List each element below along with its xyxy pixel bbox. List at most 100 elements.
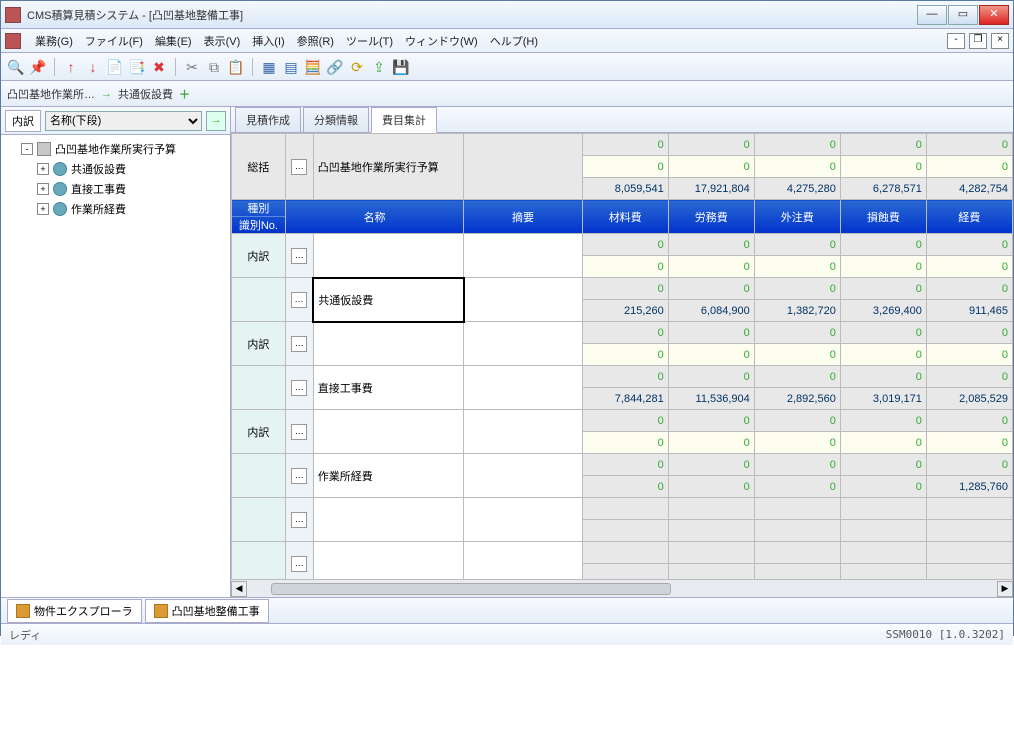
row-name-cell[interactable] xyxy=(313,542,464,580)
menu-help[interactable]: ヘルプ(H) xyxy=(484,30,544,52)
delete-icon[interactable]: ✖ xyxy=(150,58,168,76)
tree-toggle[interactable]: + xyxy=(37,163,49,175)
row-name-cell[interactable] xyxy=(313,322,464,366)
row-type-cell[interactable]: 内訳 xyxy=(232,234,286,278)
summary-grid[interactable]: 総括 … 凸凹基地作業所実行予算 0 0 0 0 0 0 0 0 0 0 xyxy=(231,133,1013,579)
row-summary-cell[interactable] xyxy=(464,322,582,366)
row-summary-cell[interactable] xyxy=(464,542,582,580)
doc-insert-icon[interactable]: 📑 xyxy=(128,58,146,76)
menu-view[interactable]: 表示(V) xyxy=(198,30,247,52)
mdi-restore[interactable]: ❐ xyxy=(969,33,987,49)
row-name-cell[interactable] xyxy=(313,234,464,278)
row-type-cell[interactable]: 内訳 xyxy=(232,322,286,366)
pin-icon[interactable]: 📌 xyxy=(29,58,47,76)
copy-icon[interactable]: ⧉ xyxy=(205,58,223,76)
recalc-icon[interactable]: ⟳ xyxy=(348,58,366,76)
tab-bunrui[interactable]: 分類情報 xyxy=(303,107,369,132)
row-name-cell[interactable] xyxy=(313,498,464,542)
props-icon[interactable]: ▦ xyxy=(260,58,278,76)
row-summary-cell[interactable] xyxy=(464,278,582,322)
breadcrumb-item-1[interactable]: 凸凹基地作業所… xyxy=(7,86,95,102)
tree-item[interactable]: 共通仮設費 xyxy=(71,161,126,177)
row-menu-button[interactable]: … xyxy=(291,512,307,528)
close-button[interactable]: ✕ xyxy=(979,5,1009,25)
sheet-icon[interactable]: ▤ xyxy=(282,58,300,76)
tree-go-button[interactable]: → xyxy=(206,111,226,131)
row-summary-cell[interactable] xyxy=(464,366,582,410)
row-summary-cell[interactable] xyxy=(464,234,582,278)
row-type-cell[interactable]: 内訳 xyxy=(232,410,286,454)
bottom-tab-project[interactable]: 凸凹基地整備工事 xyxy=(145,599,269,623)
tab-mitsumori[interactable]: 見積作成 xyxy=(235,107,301,132)
search-icon[interactable]: 🔍 xyxy=(7,58,25,76)
row-menu-button[interactable]: … xyxy=(291,556,307,572)
mdi-system-icon[interactable] xyxy=(5,33,21,49)
tab-himoku[interactable]: 費目集計 xyxy=(371,107,437,133)
tree-root[interactable]: 凸凹基地作業所実行予算 xyxy=(55,141,176,157)
row-menu-button[interactable]: … xyxy=(291,336,307,352)
maximize-button[interactable]: ▭ xyxy=(948,5,978,25)
row-menu-button[interactable]: … xyxy=(291,159,307,175)
row-summary-cell[interactable] xyxy=(464,410,582,454)
calc-icon[interactable]: 🧮 xyxy=(304,58,322,76)
row-summary-cell[interactable] xyxy=(464,498,582,542)
row-menu-button[interactable]: … xyxy=(291,380,307,396)
scroll-thumb[interactable] xyxy=(271,583,671,595)
row-menu-button[interactable]: … xyxy=(291,424,307,440)
tree-panel: 内訳 名称(下段) → - 凸凹基地作業所実行予算 +共通仮設費 +直接工事費 … xyxy=(1,107,231,597)
link-icon[interactable]: 🔗 xyxy=(326,58,344,76)
row-name-cell[interactable]: 共通仮設費 xyxy=(313,278,464,322)
menu-insert[interactable]: 挿入(I) xyxy=(246,30,290,52)
row-menu-button[interactable]: … xyxy=(291,292,307,308)
doc-add-icon[interactable]: 📄 xyxy=(106,58,124,76)
paste-icon[interactable]: 📋 xyxy=(227,58,245,76)
row-type-cell[interactable] xyxy=(232,278,286,322)
breadcrumb-add-button[interactable]: ＋ xyxy=(179,86,190,102)
cut-icon[interactable]: ✂ xyxy=(183,58,201,76)
bottom-tab-explorer[interactable]: 物件エクスプローラ xyxy=(7,599,142,623)
tree-toggle[interactable]: + xyxy=(37,183,49,195)
breadcrumb: 凸凹基地作業所… → 共通仮設費 ＋ xyxy=(1,81,1013,107)
row-name-cell[interactable]: 作業所経費 xyxy=(313,454,464,498)
menu-gyoumu[interactable]: 業務(G) xyxy=(29,30,79,52)
menu-window[interactable]: ウィンドウ(W) xyxy=(399,30,484,52)
row-type-cell[interactable] xyxy=(232,542,286,580)
arrow-up-red-icon[interactable]: ↑ xyxy=(62,58,80,76)
minimize-button[interactable]: — xyxy=(917,5,947,25)
tree-sort-select[interactable]: 名称(下段) xyxy=(45,111,202,131)
export-icon[interactable]: ⇪ xyxy=(370,58,388,76)
tree-toggle[interactable]: - xyxy=(21,143,33,155)
row-menu-button[interactable]: … xyxy=(291,468,307,484)
mdi-minimize[interactable]: - xyxy=(947,33,965,49)
horizontal-scrollbar[interactable]: ◀ ▶ xyxy=(231,579,1013,597)
row-name-cell[interactable]: 直接工事費 xyxy=(313,366,464,410)
row-menu-button[interactable]: … xyxy=(291,248,307,264)
row-type-cell[interactable] xyxy=(232,454,286,498)
scroll-right-icon[interactable]: ▶ xyxy=(997,581,1013,597)
tree-item[interactable]: 直接工事費 xyxy=(71,181,126,197)
tree-toggle[interactable]: + xyxy=(37,203,49,215)
menu-ref[interactable]: 参照(R) xyxy=(291,30,340,52)
arrow-down-red-icon[interactable]: ↓ xyxy=(84,58,102,76)
col-labor: 労務費 xyxy=(668,200,754,234)
save-icon[interactable]: 💾 xyxy=(392,58,410,76)
row-name-cell[interactable] xyxy=(313,410,464,454)
menu-file[interactable]: ファイル(F) xyxy=(79,30,149,52)
status-text: レディ xyxy=(9,627,41,643)
row-summary-cell[interactable] xyxy=(464,454,582,498)
tree-item[interactable]: 作業所経費 xyxy=(71,201,126,217)
menu-tool[interactable]: ツール(T) xyxy=(340,30,399,52)
breadcrumb-item-2[interactable]: 共通仮設費 xyxy=(118,86,173,102)
scroll-left-icon[interactable]: ◀ xyxy=(231,581,247,597)
tree[interactable]: - 凸凹基地作業所実行予算 + 共通仮設費 + 直接工事費 + 作業所経費 xyxy=(1,135,230,597)
col-material: 材料費 xyxy=(582,200,668,234)
menu-edit[interactable]: 編集(E) xyxy=(149,30,198,52)
col-name: 名称 xyxy=(285,200,464,234)
mdi-close[interactable]: × xyxy=(991,33,1009,49)
statusbar: レディ SSM0010 [1.0.3202] xyxy=(1,623,1013,645)
project-icon xyxy=(154,604,168,618)
row-type-cell[interactable] xyxy=(232,498,286,542)
row-type-cell[interactable] xyxy=(232,366,286,410)
project-icon xyxy=(37,142,51,156)
app-icon xyxy=(5,7,21,23)
